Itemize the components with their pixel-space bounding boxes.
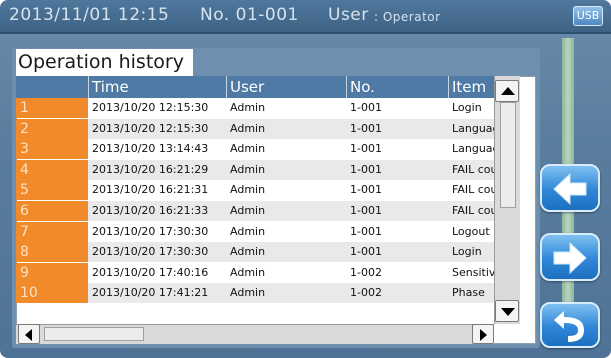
back-button[interactable] (540, 164, 600, 212)
cell-time: 2013/10/20 17:40:16 (92, 265, 209, 279)
table-row[interactable]: 5 2013/10/20 16:21:31 Admin 1-001 FAIL cou (16, 180, 494, 201)
row-index: 8 (16, 242, 88, 263)
cell-item: Language (452, 121, 494, 135)
cell-user: Admin (230, 183, 266, 197)
cell-no: 1-001 (350, 162, 382, 176)
triangle-down-icon (501, 308, 515, 316)
cell-user: Admin (230, 245, 266, 259)
cell-no: 1-001 (350, 224, 382, 238)
cell-item: Login (452, 245, 482, 259)
table-row[interactable]: 3 2013/10/20 13:14:43 Admin 1-001 Language (16, 139, 494, 160)
cell-item: FAIL cou (452, 204, 494, 217)
row-index: 2 (16, 118, 88, 139)
row-index: 3 (16, 139, 88, 160)
arrow-right-icon (553, 241, 587, 275)
cell-time: 2013/10/20 13:14:43 (92, 142, 209, 156)
cell-time: 2013/10/20 12:15:30 (92, 101, 209, 114)
cell-time: 2013/10/20 17:41:21 (92, 286, 209, 300)
row-index: 5 (16, 180, 88, 201)
scroll-down-button[interactable] (495, 300, 519, 322)
cell-no: 1-001 (350, 142, 382, 156)
scroll-right-button[interactable] (472, 324, 494, 344)
column-header-time: Time (88, 76, 226, 98)
table-row[interactable]: 8 2013/10/20 17:30:30 Admin 1-001 Login (16, 242, 494, 263)
datetime-display: 2013/11/01 12:15 (9, 5, 170, 25)
cell-no: 1-002 (350, 265, 382, 279)
table-row[interactable]: 1 2013/10/20 12:15:30 Admin 1-001 Login (16, 98, 494, 118)
triangle-left-icon (25, 329, 32, 341)
scroll-left-button[interactable] (18, 324, 40, 344)
table-row[interactable]: 7 2013/10/20 17:30:30 Admin 1-001 Logout (16, 221, 494, 242)
return-icon (554, 311, 584, 342)
row-index: 9 (16, 262, 88, 283)
cell-item: Sensitivit (452, 265, 494, 279)
cell-user: Admin (230, 265, 266, 279)
vertical-scroll-thumb[interactable] (500, 102, 516, 208)
status-bar: 2013/11/01 12:15 No. 01-001 User : Opera… (0, 0, 611, 34)
triangle-up-icon (501, 87, 515, 95)
arrow-left-icon (553, 172, 587, 206)
table-header: Time User No. Item (16, 76, 494, 98)
usb-indicator[interactable]: USB (573, 6, 603, 26)
cell-user: Admin (230, 162, 266, 176)
column-header-no: No. (346, 76, 448, 98)
row-index: 1 (16, 98, 88, 118)
cell-user: Admin (230, 224, 266, 238)
cell-item: Login (452, 101, 482, 114)
scroll-up-button[interactable] (495, 80, 519, 102)
cell-time: 2013/10/20 16:21:33 (92, 204, 209, 217)
row-index: 6 (16, 201, 88, 221)
cell-no: 1-001 (350, 183, 382, 197)
table-row[interactable]: 2 2013/10/20 12:15:30 Admin 1-001 Language (16, 118, 494, 139)
cell-no: 1-001 (350, 101, 382, 114)
cell-item: Phase (452, 286, 485, 300)
machine-number: No. 01-001 (200, 5, 299, 25)
cell-no: 1-001 (350, 204, 382, 217)
table-row[interactable]: 6 2013/10/20 16:21:33 Admin 1-001 FAIL cou (16, 201, 494, 221)
row-index: 10 (16, 283, 88, 304)
triangle-right-icon (480, 329, 487, 341)
cell-no: 1-002 (350, 286, 382, 300)
forward-button[interactable] (540, 233, 600, 281)
cell-item: FAIL cou (452, 183, 494, 197)
cell-user: Admin (230, 142, 266, 156)
cell-user: Admin (230, 204, 266, 217)
cell-no: 1-001 (350, 121, 382, 135)
table-row[interactable]: 9 2013/10/20 17:40:16 Admin 1-002 Sensitivit (16, 262, 494, 283)
cell-time: 2013/10/20 16:21:31 (92, 183, 209, 197)
column-header-item: Item (448, 76, 494, 98)
cell-time: 2013/10/20 16:21:29 (92, 162, 209, 176)
cell-item: Language (452, 142, 494, 156)
cell-time: 2013/10/20 17:30:30 (92, 245, 209, 259)
page-title: Operation history (16, 49, 193, 76)
cell-item: Logout (452, 224, 490, 238)
table-row[interactable]: 10 2013/10/20 17:41:21 Admin 1-002 Phase (16, 283, 494, 304)
column-header-user: User (226, 76, 346, 98)
cell-item: FAIL cou (452, 162, 494, 176)
cell-user: Admin (230, 101, 266, 114)
table-row[interactable]: 4 2013/10/20 16:21:29 Admin 1-001 FAIL cou (16, 159, 494, 180)
return-button[interactable] (540, 302, 600, 348)
cell-time: 2013/10/20 17:30:30 (92, 224, 209, 238)
user-value: : Operator (374, 10, 441, 24)
row-index: 4 (16, 159, 88, 180)
user-label: User (328, 5, 369, 25)
cell-no: 1-001 (350, 245, 382, 259)
cell-time: 2013/10/20 12:15:30 (92, 121, 209, 135)
row-index: 7 (16, 221, 88, 242)
horizontal-scroll-thumb[interactable] (44, 327, 144, 341)
cell-user: Admin (230, 121, 266, 135)
cell-user: Admin (230, 286, 266, 300)
